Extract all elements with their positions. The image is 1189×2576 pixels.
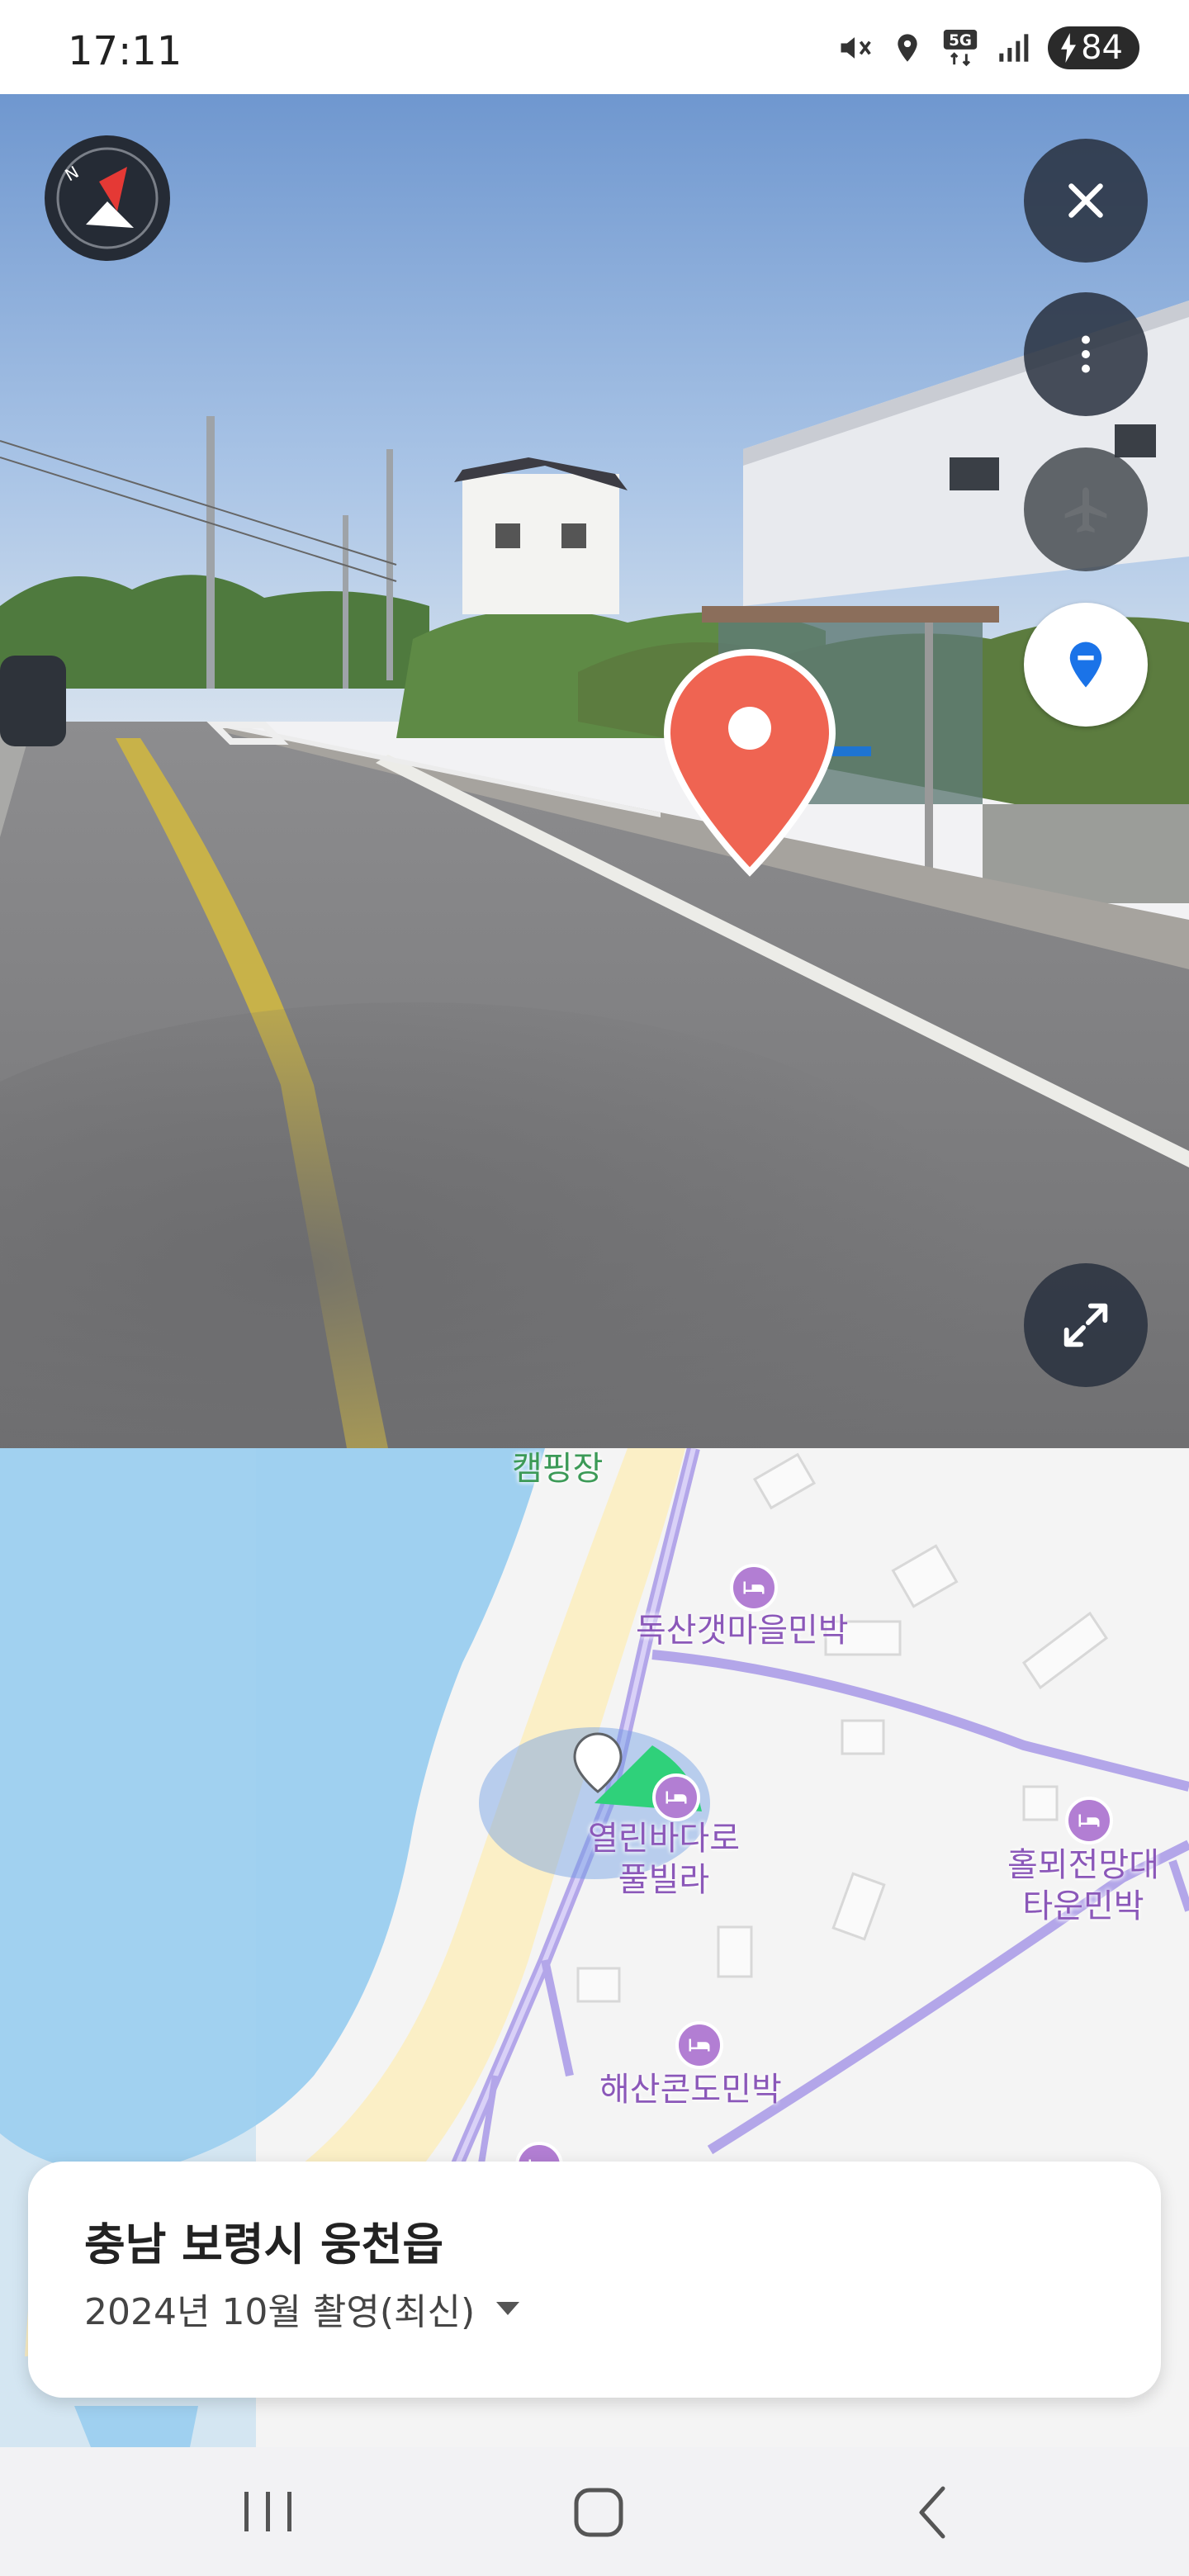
expand-button[interactable] bbox=[1024, 1263, 1148, 1387]
map-label-poi2-line2: 풀빌라 bbox=[618, 1861, 710, 1899]
svg-text:N: N bbox=[62, 162, 83, 185]
location-toggle-button[interactable] bbox=[1024, 603, 1148, 727]
compass-icon: N bbox=[56, 147, 159, 249]
expand-icon bbox=[1063, 1303, 1108, 1347]
status-bar: 17:11 5G 84 bbox=[0, 0, 1189, 94]
street-view-info-card[interactable]: 충남 보령시 웅천읍 2024년 10월 촬영(최신) bbox=[28, 2162, 1161, 2398]
capture-date-selector[interactable]: 2024년 10월 촬영(최신) bbox=[84, 2282, 521, 2335]
map-label-poi1[interactable]: 독산갯마을민박 bbox=[636, 1610, 849, 1651]
map-label-poi4[interactable]: 해산콘도민박 bbox=[599, 2069, 782, 2110]
airplane-icon bbox=[1064, 487, 1107, 533]
battery-level: 84 bbox=[1081, 29, 1123, 67]
location-marker-icon[interactable] bbox=[661, 647, 839, 877]
dropdown-arrow-icon bbox=[496, 2302, 520, 2315]
map-label-poi3[interactable]: 홀뫼전망대 타운민박 bbox=[1007, 1844, 1159, 1927]
location-pin-icon bbox=[1069, 642, 1102, 688]
aerial-view-button[interactable] bbox=[1024, 447, 1148, 571]
back-icon[interactable] bbox=[908, 2484, 958, 2541]
compass-button[interactable]: N bbox=[45, 135, 170, 261]
more-options-button[interactable] bbox=[1024, 292, 1148, 416]
close-icon bbox=[1068, 183, 1103, 218]
recent-apps-icon[interactable] bbox=[239, 2485, 297, 2538]
map-label-poi3-line2: 타운민박 bbox=[1022, 1887, 1144, 1925]
lodging-icon[interactable] bbox=[675, 2021, 723, 2069]
status-icons: 5G 84 bbox=[836, 25, 1139, 71]
street-view-image bbox=[0, 94, 1189, 1448]
address-title: 충남 보령시 웅천읍 bbox=[84, 2218, 444, 2271]
location-icon bbox=[898, 34, 917, 62]
svg-text:5G: 5G bbox=[949, 32, 972, 50]
lodging-icon[interactable] bbox=[730, 1564, 778, 1612]
home-icon[interactable] bbox=[570, 2484, 628, 2541]
system-navigation-bar bbox=[0, 2447, 1189, 2576]
more-icon bbox=[1082, 335, 1090, 373]
lodging-icon[interactable] bbox=[1065, 1797, 1113, 1844]
capture-date-label: 2024년 10월 촬영(최신) bbox=[84, 2291, 476, 2333]
5g-icon: 5G bbox=[943, 30, 978, 67]
signal-icon bbox=[999, 34, 1029, 62]
battery-indicator: 84 bbox=[1048, 26, 1139, 69]
charging-icon bbox=[1061, 33, 1077, 63]
map-label-poi2-line1: 열린바다로 bbox=[588, 1820, 740, 1858]
street-view-panorama[interactable]: N bbox=[0, 94, 1189, 1448]
lodging-icon[interactable] bbox=[652, 1773, 700, 1821]
map-label-poi2[interactable]: 열린바다로 풀빌라 bbox=[588, 1818, 740, 1901]
mute-icon bbox=[841, 37, 871, 59]
close-button[interactable] bbox=[1024, 139, 1148, 263]
map-label-poi3-line1: 홀뫼전망대 bbox=[1007, 1846, 1159, 1884]
map-label-campsite[interactable]: 캠핑장 bbox=[512, 1448, 603, 1489]
status-time: 17:11 bbox=[68, 28, 182, 74]
